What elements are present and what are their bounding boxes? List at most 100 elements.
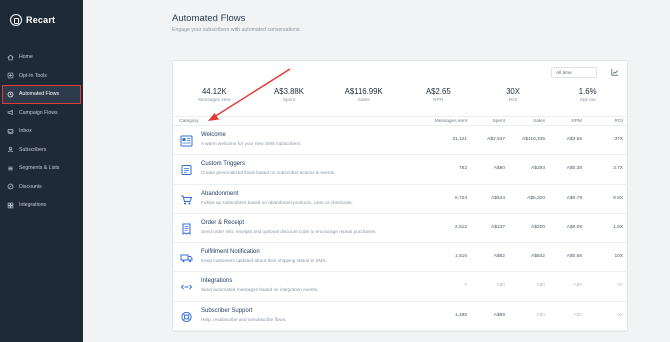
support-icon bbox=[180, 310, 193, 322]
cell-sales: A$0 bbox=[536, 283, 545, 289]
flow-description: Create personalized flows based on subsc… bbox=[201, 170, 336, 176]
column-header-messages-sent[interactable]: Messages sent bbox=[435, 119, 467, 124]
cell-messages-sent: 762 bbox=[458, 166, 467, 172]
metric-label: RPR bbox=[433, 98, 444, 103]
segments-icon bbox=[7, 165, 14, 172]
metric-opt-out: 1.6% Opt-out bbox=[550, 87, 625, 109]
cell-rpm: A$0.38 bbox=[566, 166, 582, 172]
column-header-roi[interactable]: ROI bbox=[614, 119, 623, 124]
flow-description: Send automated messages based on integra… bbox=[201, 287, 319, 293]
table-row[interactable]: Abandonment Follow up subscribers based … bbox=[173, 185, 629, 214]
table-row[interactable]: Order & Receipt Send order info, receipt… bbox=[173, 214, 629, 244]
cell-spent: A$89 bbox=[493, 312, 505, 318]
flow-name[interactable]: Subscriber Support bbox=[201, 308, 252, 314]
sidebar-item-label: Inbox bbox=[19, 128, 32, 135]
sidebar-item-label: Automated Flows bbox=[19, 91, 60, 98]
abandonment-icon bbox=[180, 193, 193, 205]
cell-messages-sent: 2,512 bbox=[454, 224, 467, 230]
cell-rpm: A$0.79 bbox=[566, 195, 582, 201]
sidebar-item-label: Opt-In Tools bbox=[19, 72, 47, 79]
flow-name[interactable]: Custom Triggers bbox=[201, 161, 245, 167]
cell-messages-sent: 31,121 bbox=[452, 137, 467, 142]
sidebar-item-subscribers[interactable]: Subscribers bbox=[0, 141, 83, 160]
cell-roi: 9.8X bbox=[613, 195, 623, 201]
page-subtitle: Engage your subscribers with automated c… bbox=[172, 27, 301, 33]
cell-sales: A$110,335 bbox=[522, 137, 545, 142]
metric-label: Spent bbox=[282, 98, 296, 103]
flow-name[interactable]: Integrations bbox=[201, 278, 232, 284]
column-header-rpm[interactable]: RPM bbox=[571, 119, 582, 124]
custom-triggers-icon bbox=[180, 163, 193, 176]
main-content: Automated Flows Engage your subscribers … bbox=[83, 0, 670, 342]
metric-value: A$3.88K bbox=[274, 87, 304, 96]
metric-label: ROI bbox=[508, 98, 518, 103]
sidebar-item-label: Discounts bbox=[19, 183, 42, 190]
chart-icon[interactable] bbox=[611, 68, 619, 76]
cell-rpm: A$3.55 bbox=[566, 137, 582, 142]
inbox-icon bbox=[7, 128, 14, 135]
table-row[interactable]: Integrations Send automated messages bas… bbox=[173, 272, 629, 302]
metric-label: Opt-out bbox=[579, 98, 596, 103]
flow-name[interactable]: Fulfillment Notification bbox=[201, 249, 260, 255]
flow-description: Keep customers updated about their shipp… bbox=[201, 258, 327, 264]
page-title: Automated Flows bbox=[172, 13, 246, 24]
cell-spent: A$0 bbox=[496, 283, 505, 289]
cell-sales: A$200 bbox=[531, 224, 545, 230]
sidebar-item-campaign-flows[interactable]: Campaign Flows bbox=[0, 104, 83, 123]
cell-spent: A$2,947 bbox=[487, 137, 505, 142]
logo-text: Recart bbox=[26, 15, 56, 25]
subscribers-icon bbox=[7, 146, 14, 153]
logo[interactable]: Recart bbox=[10, 14, 55, 26]
recart-logo-icon bbox=[10, 14, 22, 26]
flows-icon bbox=[7, 91, 14, 98]
integrations-row-icon bbox=[180, 280, 193, 292]
metric-value: 1.6% bbox=[578, 87, 597, 96]
cell-rpm: A$0 bbox=[573, 312, 582, 318]
metric-value: A$2.65 bbox=[425, 87, 451, 96]
cell-rpm: A$0 bbox=[573, 283, 582, 289]
sidebar-item-inbox[interactable]: Inbox bbox=[0, 122, 83, 141]
metric-rpr: A$2.65 RPR bbox=[401, 87, 476, 109]
sidebar-item-label: Home bbox=[19, 54, 33, 61]
sidebar-item-segments-lists[interactable]: Segments & Lists bbox=[0, 159, 83, 178]
sidebar-item-label: Subscribers bbox=[19, 146, 47, 153]
welcome-icon bbox=[180, 134, 193, 147]
flow-name[interactable]: Order & Receipt bbox=[201, 220, 244, 226]
cell-sales: A$842 bbox=[531, 254, 545, 260]
integrations-icon bbox=[7, 202, 14, 209]
sidebar-item-integrations[interactable]: Integrations bbox=[0, 196, 83, 215]
sidebar-item-opt-in-tools[interactable]: Opt-In Tools bbox=[0, 67, 83, 86]
sidebar-item-automated-flows[interactable]: Automated Flows bbox=[2, 85, 81, 104]
cell-messages-sent: 0 bbox=[464, 283, 467, 289]
metric-spent: A$3.88K Spent bbox=[252, 87, 327, 109]
flows-table: Welcome A warm welcome for your new SMS … bbox=[173, 126, 629, 332]
column-header-sales[interactable]: Sales bbox=[533, 119, 545, 124]
sidebar-item-discounts[interactable]: Discounts bbox=[0, 178, 83, 197]
metrics-summary: 44.12K Messages sent A$3.88K Spent A$116… bbox=[177, 87, 625, 109]
table-row[interactable]: Subscriber Support Help, resubscribe and… bbox=[173, 302, 629, 332]
optin-icon bbox=[7, 72, 14, 79]
flow-description: Send order info, receipts and optional d… bbox=[201, 228, 377, 234]
cell-sales: A$5,320 bbox=[527, 195, 545, 201]
table-row[interactable]: Welcome A warm welcome for your new SMS … bbox=[173, 126, 629, 156]
campaign-icon bbox=[7, 109, 14, 116]
flow-description: Help, resubscribe and unsubscribe flows. bbox=[201, 316, 287, 322]
metric-label: Sales bbox=[357, 98, 370, 103]
flow-name[interactable]: Welcome bbox=[201, 132, 226, 138]
cell-roi: 0X bbox=[617, 283, 623, 289]
order-receipt-icon bbox=[180, 222, 193, 235]
cell-spent: A$137 bbox=[491, 224, 505, 230]
metric-roi: 30X ROI bbox=[476, 87, 551, 109]
cell-roi: 37X bbox=[614, 137, 623, 142]
table-row[interactable]: Custom Triggers Create personalized flow… bbox=[173, 155, 629, 185]
cell-spent: A$82 bbox=[493, 254, 505, 260]
sidebar-item-label: Segments & Lists bbox=[19, 165, 60, 172]
sidebar-item-label: Campaign Flows bbox=[19, 109, 58, 116]
discounts-icon bbox=[7, 183, 14, 190]
flow-name[interactable]: Abandonment bbox=[201, 191, 238, 197]
time-range-select[interactable]: All time bbox=[551, 67, 597, 78]
column-header-spent[interactable]: Spent bbox=[492, 119, 505, 124]
table-row[interactable]: Fulfillment Notification Keep customers … bbox=[173, 243, 629, 273]
column-header-category[interactable]: Category bbox=[179, 119, 198, 124]
sidebar-item-home[interactable]: Home bbox=[0, 48, 83, 67]
